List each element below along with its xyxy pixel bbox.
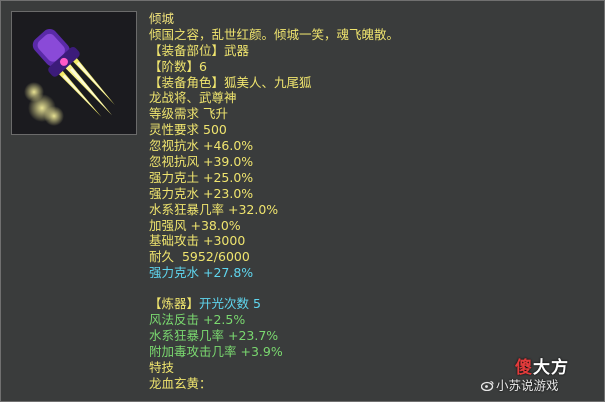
tier-value: 6 — [199, 58, 207, 74]
slot-label: 【装备部位】 — [149, 42, 225, 58]
stat-label: 忽视抗风 — [149, 154, 200, 170]
stat-value: +39.0% — [203, 154, 254, 170]
level-req-value: 飞升 — [203, 106, 229, 122]
tier-row: 【阶数】6 — [149, 59, 589, 75]
durability-value: 5952/6000 — [181, 249, 250, 265]
stat-label: 水系狂暴几率 — [149, 201, 225, 217]
weibo-icon — [480, 380, 494, 392]
role-label: 【装备角色】 — [149, 74, 225, 90]
stat-row: 忽视抗水 +46.0% — [149, 138, 589, 154]
refine-stat-label: 附加毒攻击几率 — [149, 343, 237, 359]
role-row-2: 龙战将、武尊神 — [149, 90, 237, 106]
item-description: 倾国之容，乱世红颜。倾城一笑，魂飞魄散。 — [149, 26, 400, 42]
role-value: 狐美人、九尾狐 — [224, 74, 312, 90]
tier-label: 【阶数】 — [149, 58, 200, 74]
bonus-stat-value: +27.8% — [203, 265, 254, 281]
level-req-label: 等级需求 — [149, 106, 200, 122]
spirit-requirement-row: 灵性要求 500 — [149, 122, 589, 138]
refine-stat-row: 水系狂暴几率 +23.7% — [149, 328, 589, 344]
durability-row: 耐久 5952/6000 — [149, 249, 589, 265]
refine-stat-label: 风法反击 — [149, 312, 200, 328]
slot-row: 【装备部位】武器 — [149, 43, 589, 59]
stat-row: 忽视抗风 +39.0% — [149, 154, 589, 170]
bonus-stat-row: 强力克水 +27.8% — [149, 265, 589, 281]
bonus-stat-label: 强力克水 — [149, 265, 200, 281]
stat-value: +32.0% — [228, 201, 279, 217]
stat-row: 强力克土 +25.0% — [149, 170, 589, 186]
stat-label: 忽视抗水 — [149, 138, 200, 154]
claw-weapon-icon — [24, 29, 115, 126]
durability-label: 耐久 — [149, 249, 175, 265]
item-tooltip-panel: 倾城 倾国之容，乱世红颜。倾城一笑，魂飞魄散。 【装备部位】武器 【阶数】6 【… — [0, 0, 605, 402]
stat-label: 加强风 — [149, 217, 187, 233]
item-name: 倾城 — [149, 11, 175, 26]
item-info-lines: 倾城 倾国之容，乱世红颜。倾城一笑，魂飞魄散。 【装备部位】武器 【阶数】6 【… — [149, 11, 589, 391]
role-row: 【装备角色】狐美人、九尾狐 — [149, 75, 589, 91]
stat-label: 基础攻击 — [149, 233, 200, 249]
refine-stat-value: +23.7% — [228, 327, 279, 343]
stat-row: 加强风 +38.0% — [149, 218, 589, 234]
refine-stat-value: +3.9% — [240, 343, 283, 359]
watermark-author: 小苏说游戏 — [480, 375, 559, 394]
stat-value: +38.0% — [190, 217, 241, 233]
stat-value: +46.0% — [203, 138, 254, 154]
level-requirement-row: 等级需求 飞升 — [149, 106, 589, 122]
refine-stat-label: 水系狂暴几率 — [149, 327, 225, 343]
slot-value: 武器 — [224, 42, 250, 58]
stat-value: +3000 — [203, 233, 246, 249]
watermark: 傻大方 小苏说游戏 — [471, 353, 601, 397]
stat-value: +25.0% — [203, 169, 254, 185]
spirit-req-label: 灵性要求 — [149, 122, 200, 138]
stat-row: 基础攻击 +3000 — [149, 233, 589, 249]
stat-row: 水系狂暴几率 +32.0% — [149, 202, 589, 218]
stat-value: +23.0% — [203, 185, 254, 201]
watermark-author-name: 小苏说游戏 — [496, 378, 559, 393]
refine-stat-value: +2.5% — [203, 312, 246, 328]
refine-header-label: 【炼器】 — [149, 296, 200, 312]
stat-label: 强力克土 — [149, 169, 200, 185]
stat-label: 强力克水 — [149, 185, 200, 201]
refine-header-value: 开光次数 5 — [199, 296, 261, 312]
refine-stat-row: 风法反击 +2.5% — [149, 312, 589, 328]
spirit-req-value: 500 — [203, 122, 227, 138]
stat-row: 强力克水 +23.0% — [149, 186, 589, 202]
item-icon-frame — [11, 11, 137, 135]
refine-header-row: 【炼器】开光次数 5 — [149, 296, 589, 312]
